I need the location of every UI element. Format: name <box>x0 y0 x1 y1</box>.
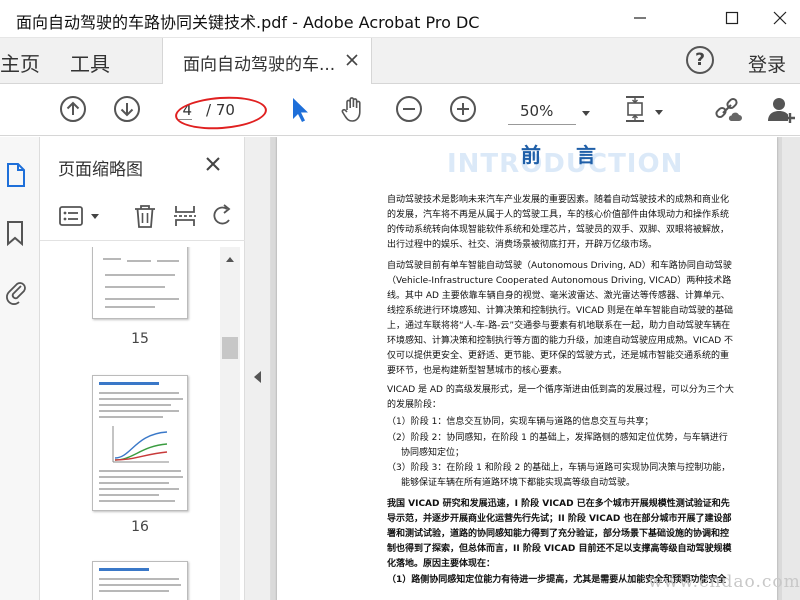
minus-circle-icon <box>396 96 422 122</box>
maximize-button[interactable] <box>712 4 752 32</box>
tab-bar: 主页 工具 面向自动驾驶的车... ? 登录 <box>0 38 800 84</box>
next-page-button[interactable] <box>112 94 142 124</box>
options-list-icon <box>59 206 83 226</box>
rotate-icon <box>213 204 231 225</box>
maximize-icon <box>725 11 739 25</box>
paragraph: 自动驾驶目前有单车智能自动驾驶（Autonomous Driving, AD）和… <box>387 261 734 376</box>
close-panel-icon[interactable] <box>204 155 222 173</box>
thumbnail-page-number: 16 <box>131 519 149 535</box>
thumbnail-panel: 页面缩略图 15 16 <box>40 137 245 600</box>
toolbar: 4 / 70 50% <box>0 84 800 136</box>
select-tool-button[interactable] <box>284 94 314 124</box>
bookmark-icon <box>7 221 23 247</box>
hand-icon <box>341 97 361 122</box>
delete-page-button[interactable] <box>132 203 158 229</box>
list-item: （1）阶段 1：信息交互协同，实现车辆与道路的信息交互与共享； <box>387 417 654 427</box>
arrow-up-circle-icon <box>60 96 86 122</box>
options-dropdown-icon[interactable] <box>91 214 99 219</box>
fit-dropdown-icon[interactable] <box>655 110 663 115</box>
scroll-up-icon[interactable] <box>226 257 234 262</box>
close-tab-icon[interactable] <box>343 51 361 69</box>
share-link-button[interactable] <box>712 94 742 124</box>
login-button[interactable]: 登录 <box>748 50 786 77</box>
zoom-level[interactable]: 50% <box>520 102 553 120</box>
list-item: （3）阶段 3：在阶段 1 和阶段 2 的基础上，车辆与道路可实现协同决策与控制… <box>387 463 731 488</box>
extract-page-button[interactable] <box>172 203 198 229</box>
attachments-button[interactable] <box>4 277 28 305</box>
page-thumbnail[interactable] <box>92 375 188 511</box>
paperclip-icon <box>6 282 26 305</box>
page-thumbnail[interactable] <box>92 561 188 600</box>
hand-tool-button[interactable] <box>338 94 368 124</box>
arrow-down-circle-icon <box>114 96 140 122</box>
trash-icon <box>135 205 155 228</box>
zoom-field-underline <box>508 124 576 125</box>
thumbnail-page-number: 15 <box>131 331 149 347</box>
add-user-icon <box>768 98 795 123</box>
paragraph: VICAD 是 AD 的高级发展形式，是一个循序渐进由低到高的发展过程，可以分为… <box>387 385 734 410</box>
window-title: 面向自动驾驶的车路协同关键技术.pdf - Adobe Acrobat Pro … <box>16 13 480 32</box>
bookmarks-button[interactable] <box>4 219 28 247</box>
panel-title: 页面缩略图 <box>58 160 143 180</box>
thumbnail-scrollbar[interactable] <box>220 247 240 600</box>
collapse-arrow-icon[interactable] <box>254 371 262 383</box>
navigation-pane-strip <box>0 137 40 600</box>
fit-page-button[interactable] <box>620 94 650 124</box>
zoom-in-button[interactable] <box>448 94 478 124</box>
minimize-button[interactable] <box>620 4 660 32</box>
cursor-arrow-icon <box>293 98 308 122</box>
panel-collapse-strip[interactable] <box>245 137 271 600</box>
paragraph: 我国 VICAD 研究和发展迅速，I 阶段 VICAD 已在多个城市开展规模性测… <box>387 499 732 569</box>
zoom-dropdown-icon[interactable] <box>582 111 590 116</box>
scrollbar-thumb[interactable] <box>222 337 238 359</box>
thumbnail-toolbar <box>40 195 245 241</box>
tab-document[interactable]: 面向自动驾驶的车... <box>162 38 372 84</box>
chart-thumbnail-icon <box>112 426 169 463</box>
close-window-button[interactable] <box>760 4 800 32</box>
zoom-out-button[interactable] <box>394 94 424 124</box>
thumbnail-list: 15 16 <box>40 247 220 600</box>
site-watermark: www.cndao.com <box>648 572 800 592</box>
title-bar: 面向自动驾驶的车路协同关键技术.pdf - Adobe Acrobat Pro … <box>0 0 800 38</box>
close-icon <box>773 11 787 25</box>
page-extract-icon <box>174 206 196 226</box>
previous-page-button[interactable] <box>58 94 88 124</box>
list-item: （2）阶段 2：协同感知，在阶段 1 的基础上，发挥路侧的感知定位优势，与车辆进… <box>387 433 728 458</box>
options-menu-button[interactable] <box>58 203 84 229</box>
paragraph: 自动驾驶技术是影响未来汽车产业发展的重要因素。随着自动驾驶技术的成熟和商业化的发… <box>387 195 730 250</box>
tab-document-label: 面向自动驾驶的车... <box>183 55 336 75</box>
tab-home[interactable]: 主页 <box>0 48 40 77</box>
link-cloud-icon <box>715 97 742 121</box>
rotate-page-button[interactable] <box>210 203 236 229</box>
plus-circle-icon <box>450 96 476 122</box>
page-thumbnails-button[interactable] <box>4 161 28 189</box>
pdf-page: INTRODUCTION 前 言 自动驾驶技术是影响未来汽车产业发展的重要因素。… <box>277 137 777 600</box>
minimize-icon <box>634 17 646 19</box>
tab-tools[interactable]: 工具 <box>70 48 110 77</box>
foreword-heading: 前 言 <box>521 143 610 167</box>
document-scrollbar[interactable] <box>782 137 800 600</box>
page-thumbnail[interactable] <box>92 247 188 319</box>
fit-page-icon <box>626 96 644 122</box>
add-user-button[interactable] <box>766 94 796 124</box>
pages-icon <box>7 163 25 187</box>
document-viewer[interactable]: INTRODUCTION 前 言 自动驾驶技术是影响未来汽车产业发展的重要因素。… <box>271 137 800 600</box>
help-button[interactable]: ? <box>686 46 714 74</box>
